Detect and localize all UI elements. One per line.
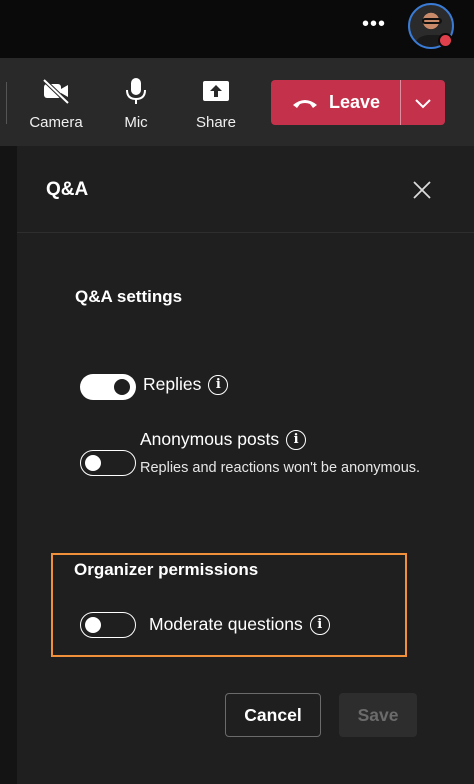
more-icon: ••• [361,13,386,35]
mic-label: Mic [124,114,148,131]
title-bar: ••• [0,0,474,58]
share-button[interactable]: Share [181,72,251,138]
moderate-questions-label: Moderate questions [149,614,303,634]
leave-button[interactable]: Leave [271,80,400,125]
replies-toggle[interactable] [80,374,136,400]
mic-button[interactable]: Mic [101,72,171,138]
leave-label: Leave [328,92,381,112]
panel-header: Q&A [17,146,474,233]
anonymous-option: Anonymous posts i [140,429,307,450]
anonymous-posts-label: Anonymous posts [140,429,280,449]
camera-label: Camera [29,114,83,131]
presence-busy-indicator [438,33,453,48]
save-button[interactable]: Save [339,693,417,737]
toolbar-divider [6,82,7,124]
camera-button[interactable]: Camera [21,72,91,138]
panel-title: Q&A [46,179,89,200]
meeting-stage-edge [0,146,17,784]
anonymous-posts-toggle[interactable] [80,450,136,476]
leave-button-group: Leave [271,80,445,125]
anonymous-posts-description: Replies and reactions won't be anonymous… [140,460,421,476]
qa-panel: Q&A Q&A settings Replies i Anonymous pos… [17,146,474,784]
camera-off-icon [42,78,70,105]
mic-icon [126,78,146,104]
share-label: Share [195,114,237,131]
info-icon[interactable]: i [208,374,229,395]
more-options-button[interactable]: ••• [358,12,390,40]
organizer-permissions-heading: Organizer permissions [74,560,259,579]
close-icon[interactable] [410,178,434,202]
leave-options-button[interactable] [401,80,445,125]
replies-option: Replies i [143,374,229,395]
cancel-button[interactable]: Cancel [225,693,321,737]
info-icon[interactable]: i [309,614,330,635]
moderate-questions-toggle[interactable] [80,612,136,638]
chevron-down-icon [415,98,431,108]
info-icon[interactable]: i [286,429,307,450]
replies-label: Replies [143,374,202,394]
qa-settings-heading: Q&A settings [75,287,183,306]
phone-hangup-icon [292,99,317,108]
meeting-toolbar: Camera Mic Share Leave [0,58,474,146]
share-icon [203,81,229,101]
moderate-option: Moderate questions i [149,614,330,635]
